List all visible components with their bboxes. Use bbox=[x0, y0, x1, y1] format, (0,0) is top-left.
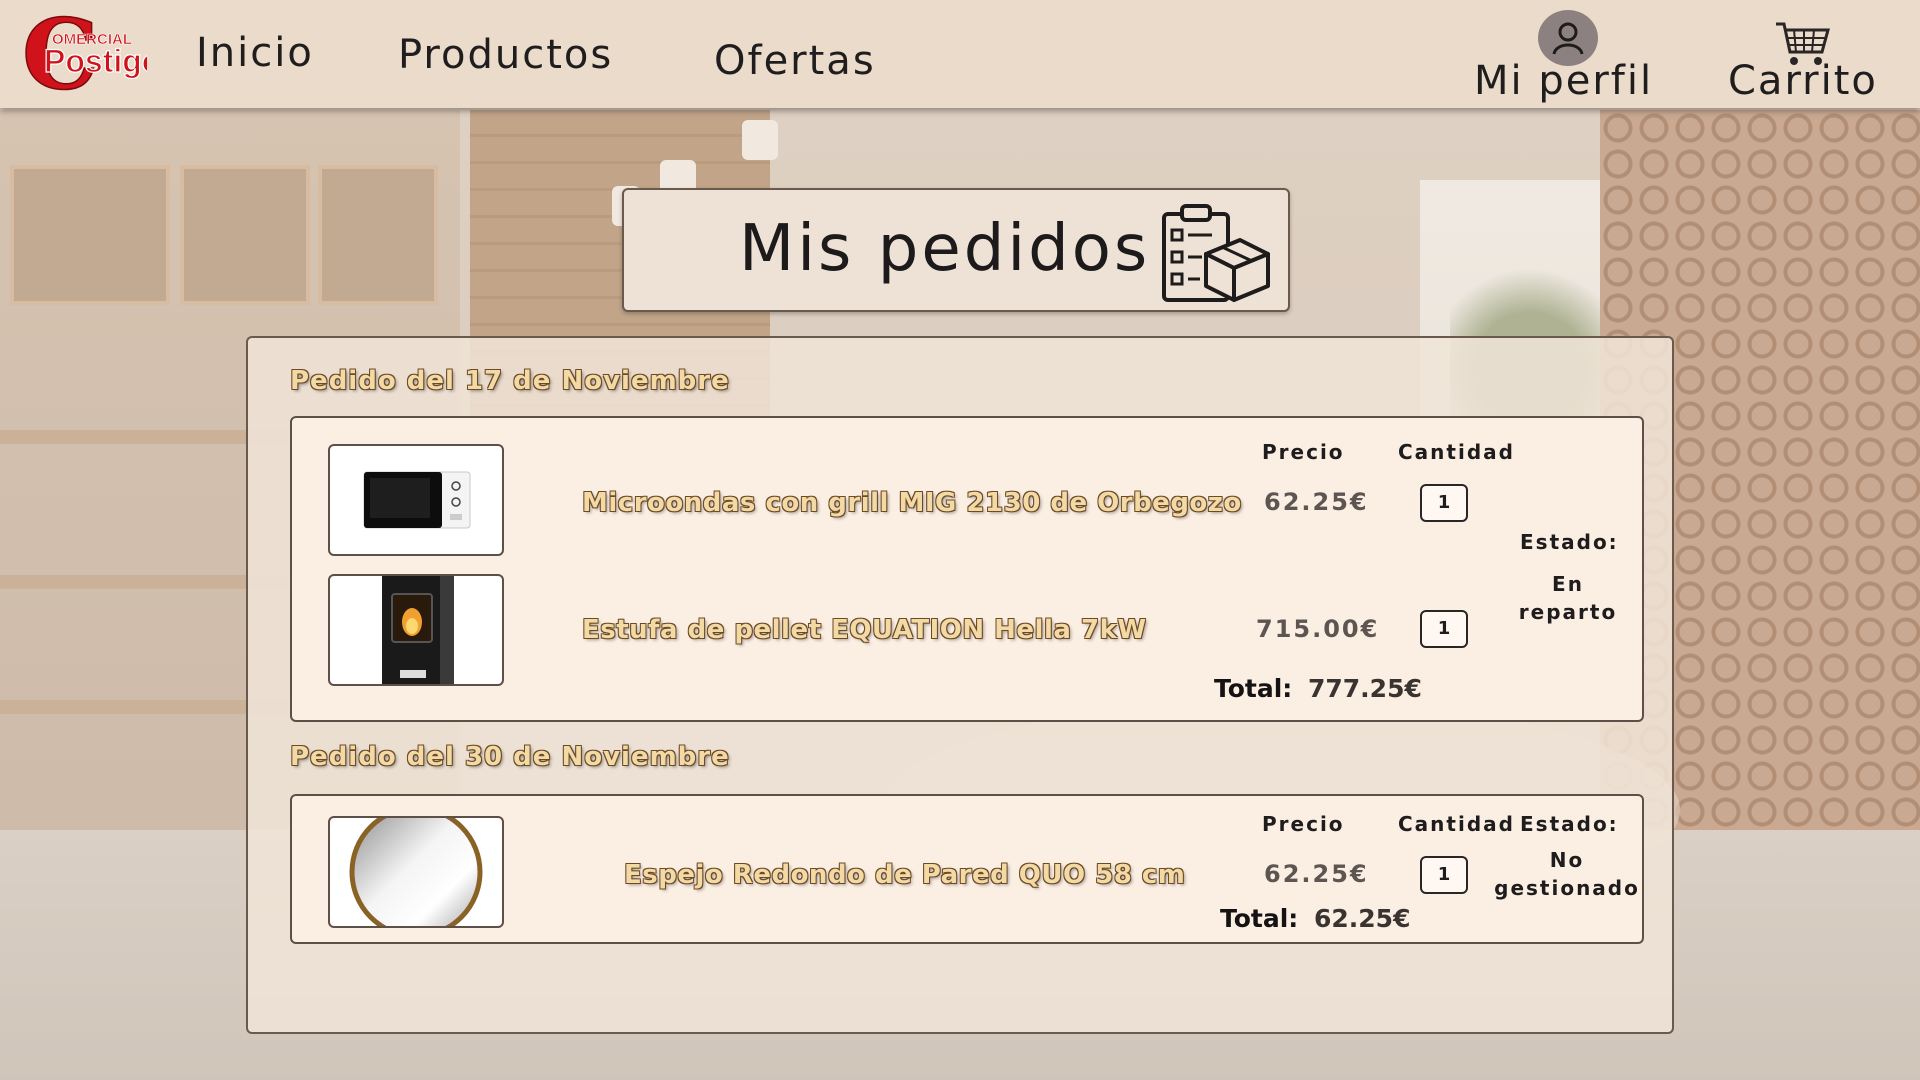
order-heading: Pedido del 17 de Noviembre bbox=[290, 366, 730, 396]
total-value: 777.25€ bbox=[1308, 674, 1422, 703]
item-name[interactable]: Microondas con grill MIG 2130 de Orbegoz… bbox=[582, 488, 1242, 518]
item-price: 62.25€ bbox=[1264, 860, 1369, 888]
status-value: No gestionado bbox=[1494, 848, 1640, 900]
item-price: 62.25€ bbox=[1264, 488, 1369, 516]
page-title-box: Mis pedidos bbox=[622, 188, 1290, 312]
pellet-stove-image[interactable] bbox=[328, 574, 504, 686]
nav-carrito-link[interactable]: Carrito bbox=[1728, 58, 1878, 104]
round-mirror-image[interactable] bbox=[328, 816, 504, 928]
order-heading: Pedido del 30 de Noviembre bbox=[290, 742, 730, 772]
price-column-header: Precio bbox=[1262, 812, 1345, 836]
order-card: Precio Cantidad Estado: Espejo Redondo d… bbox=[290, 794, 1644, 944]
total-label: Total: bbox=[1214, 674, 1293, 703]
status-label: Estado: bbox=[1520, 530, 1619, 554]
quantity-field[interactable]: 1 bbox=[1420, 856, 1468, 894]
order-card: Precio Cantidad Microondas con grill MIG… bbox=[290, 416, 1644, 722]
comercial-postigo-logo[interactable]: C OMERCIAL Postigo bbox=[21, 0, 162, 112]
nav-inicio-link[interactable]: Inicio bbox=[196, 30, 314, 76]
svg-text:Postigo: Postigo bbox=[44, 43, 147, 79]
status-value: En reparto bbox=[1518, 572, 1618, 624]
quantity-field[interactable]: 1 bbox=[1420, 484, 1468, 522]
page-title: Mis pedidos bbox=[739, 212, 1151, 286]
nav-mi-perfil-link[interactable]: Mi perfil bbox=[1474, 58, 1653, 104]
price-column-header: Precio bbox=[1262, 440, 1345, 464]
top-navigation-bar: C OMERCIAL Postigo Inicio Productos Ofer… bbox=[0, 0, 1920, 112]
status-label: Estado: bbox=[1520, 812, 1619, 836]
item-name[interactable]: Espejo Redondo de Pared QUO 58 cm bbox=[624, 860, 1185, 890]
microwave-image[interactable] bbox=[328, 444, 504, 556]
total-label: Total: bbox=[1220, 904, 1299, 933]
nav-ofertas-link[interactable]: Ofertas bbox=[714, 38, 876, 84]
nav-productos-link[interactable]: Productos bbox=[398, 32, 613, 78]
quantity-field[interactable]: 1 bbox=[1420, 610, 1468, 648]
total-value: 62.25€ bbox=[1314, 904, 1411, 933]
clipboard-package-icon bbox=[1160, 202, 1272, 304]
quantity-column-header: Cantidad bbox=[1398, 812, 1515, 836]
item-name[interactable]: Estufa de pellet EQUATION Hella 7kW bbox=[582, 615, 1147, 645]
quantity-column-header: Cantidad bbox=[1398, 440, 1515, 464]
orders-panel: Pedido del 17 de Noviembre Precio Cantid… bbox=[246, 336, 1674, 1034]
item-price: 715.00€ bbox=[1256, 615, 1380, 643]
